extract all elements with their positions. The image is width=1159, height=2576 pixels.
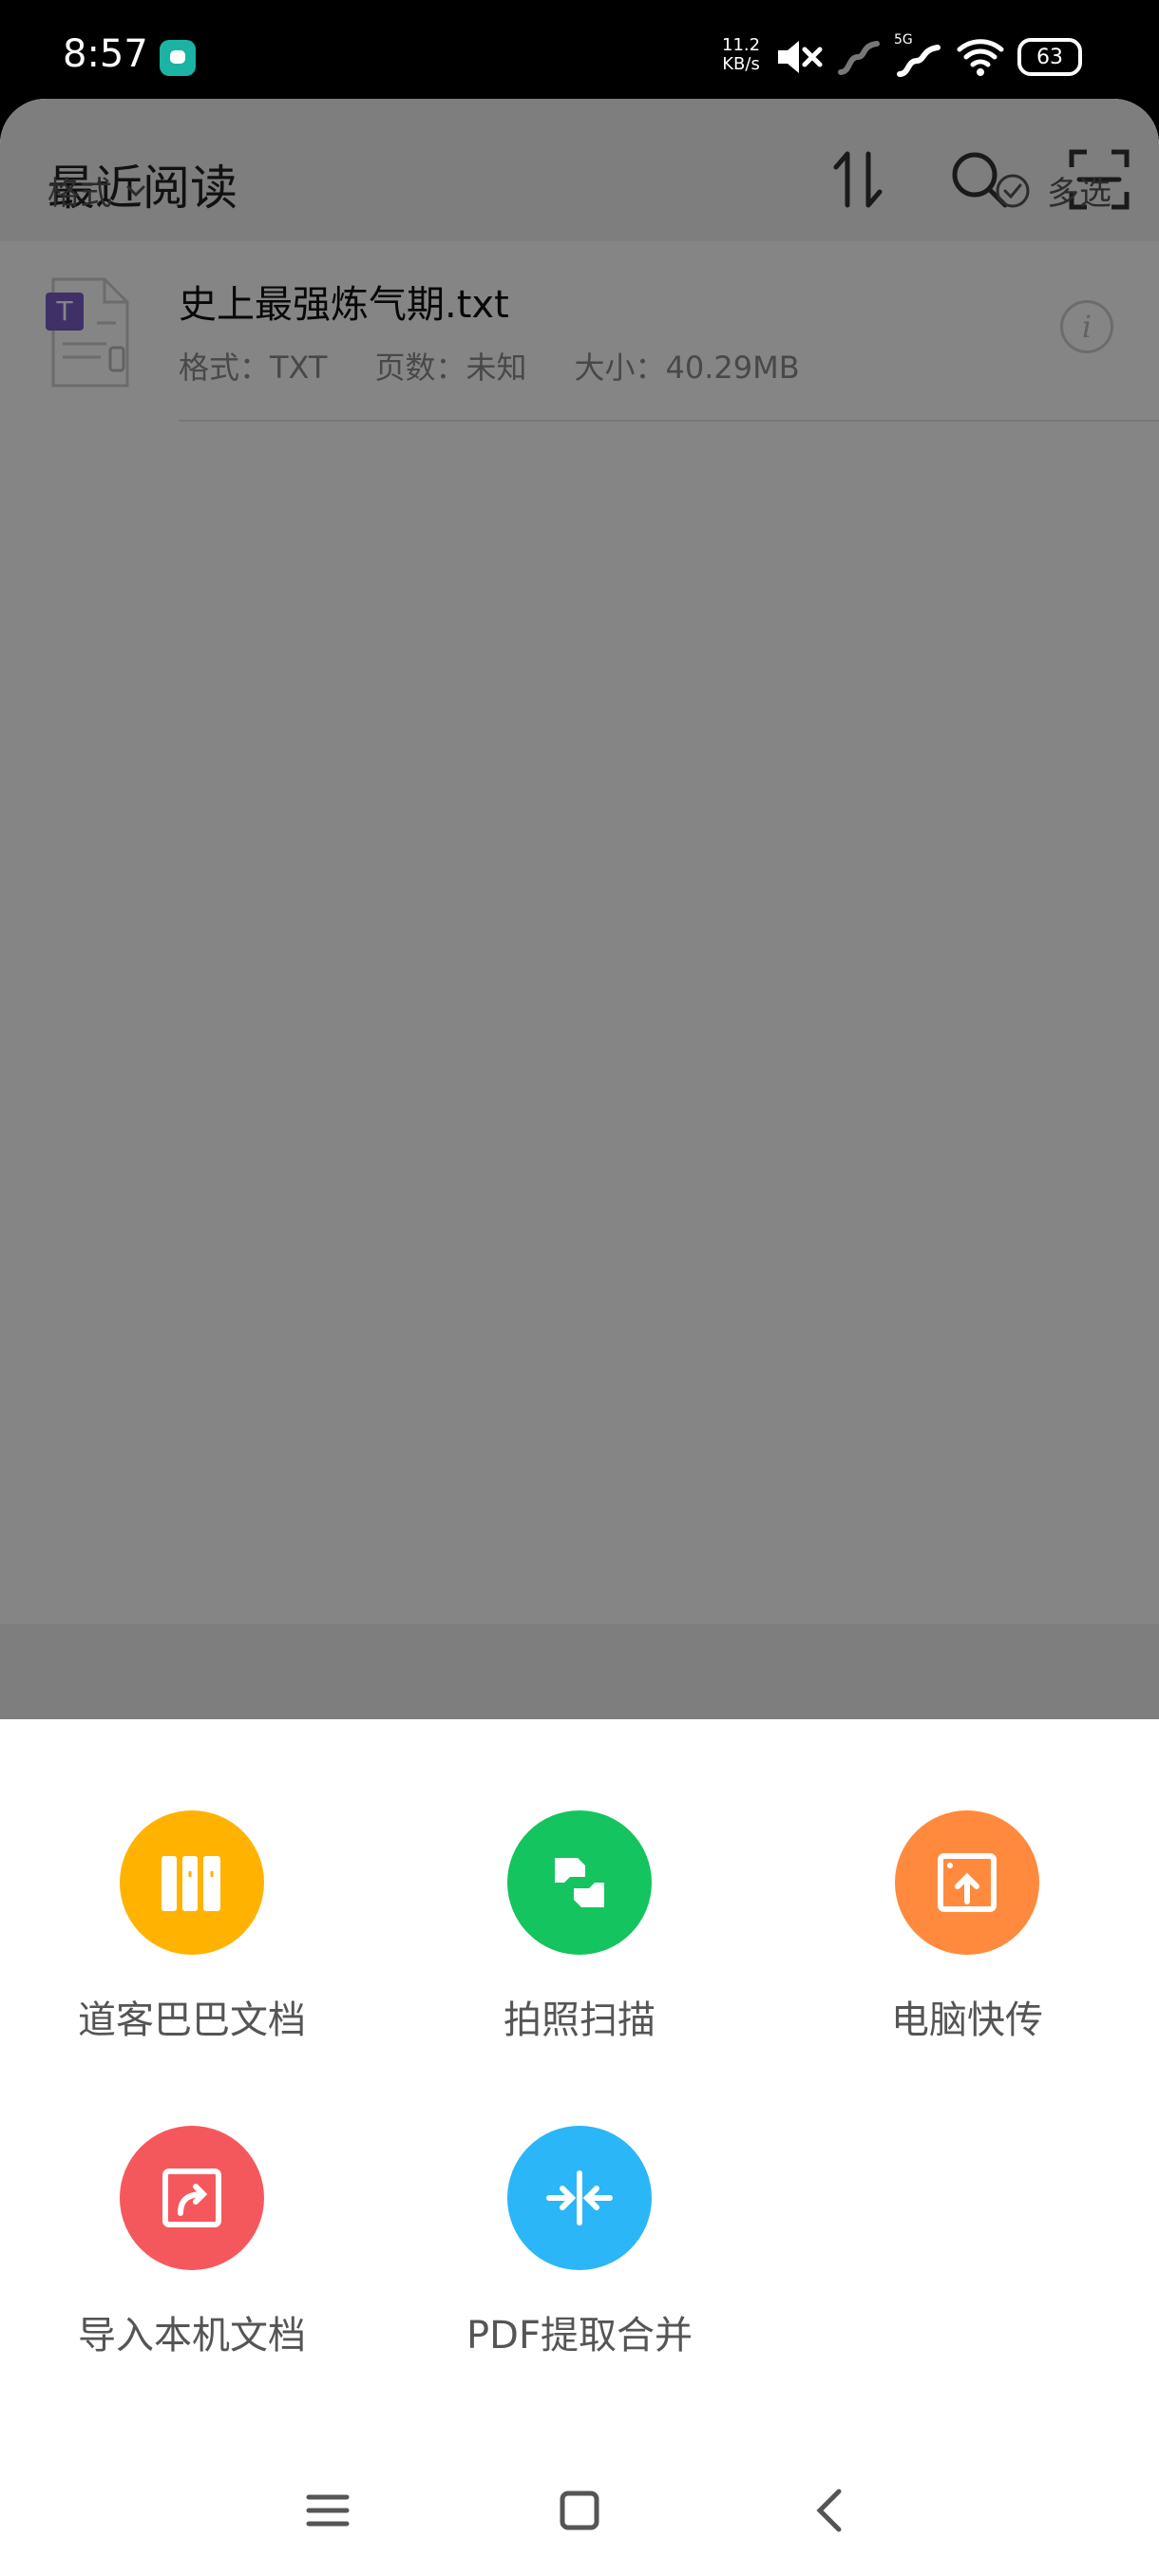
docbaba-docs-button[interactable]: 道客巴巴文档	[21, 1810, 363, 2057]
recents-button[interactable]	[285, 2468, 370, 2553]
status-bar: 8:57 11.2 KB/s 5G 63	[0, 0, 1159, 114]
pdf-extract-merge-label: PDF提取合并	[466, 2314, 693, 2358]
photo-scan-button[interactable]: 拍照扫描	[408, 1810, 750, 2057]
status-time: 8:57	[63, 32, 148, 76]
mute-icon	[778, 41, 823, 73]
pc-transfer-label: 电脑快传	[891, 1998, 1043, 2042]
home-button[interactable]	[537, 2468, 622, 2553]
wifi-icon	[957, 39, 1004, 76]
upload-icon	[895, 1810, 1039, 1955]
system-nav-bar	[0, 2441, 1159, 2576]
photo-scan-label: 拍照扫描	[504, 1998, 656, 2042]
pdf-extract-merge-button[interactable]: PDF提取合并	[408, 2126, 750, 2373]
pc-transfer-button[interactable]: 电脑快传	[796, 1810, 1138, 2057]
battery-indicator: 63	[1017, 38, 1082, 76]
battery-level: 63	[1036, 45, 1063, 69]
back-chevron-icon	[816, 2489, 842, 2532]
home-square-icon	[560, 2491, 599, 2530]
docbaba-docs-label: 道客巴巴文档	[78, 1998, 306, 2042]
import-local-docs-button[interactable]: 导入本机文档	[21, 2126, 363, 2373]
network-speed: 11.2 KB/s	[722, 36, 760, 74]
back-button[interactable]	[788, 2468, 874, 2553]
signal-1-icon	[838, 41, 880, 75]
books-icon	[120, 1810, 264, 1955]
notification-app-icon	[160, 40, 196, 76]
scan-icon	[507, 1810, 652, 1955]
signal-2-icon	[897, 45, 940, 77]
import-icon	[120, 2126, 264, 2270]
merge-icon	[507, 2126, 652, 2270]
signal-5g: 5G	[894, 32, 943, 78]
menu-icon	[306, 2494, 350, 2527]
import-local-docs-label: 导入本机文档	[78, 2314, 306, 2358]
network-speed-unit: KB/s	[722, 54, 760, 74]
network-speed-value: 11.2	[722, 35, 761, 55]
dim-overlay[interactable]	[0, 99, 1159, 1719]
